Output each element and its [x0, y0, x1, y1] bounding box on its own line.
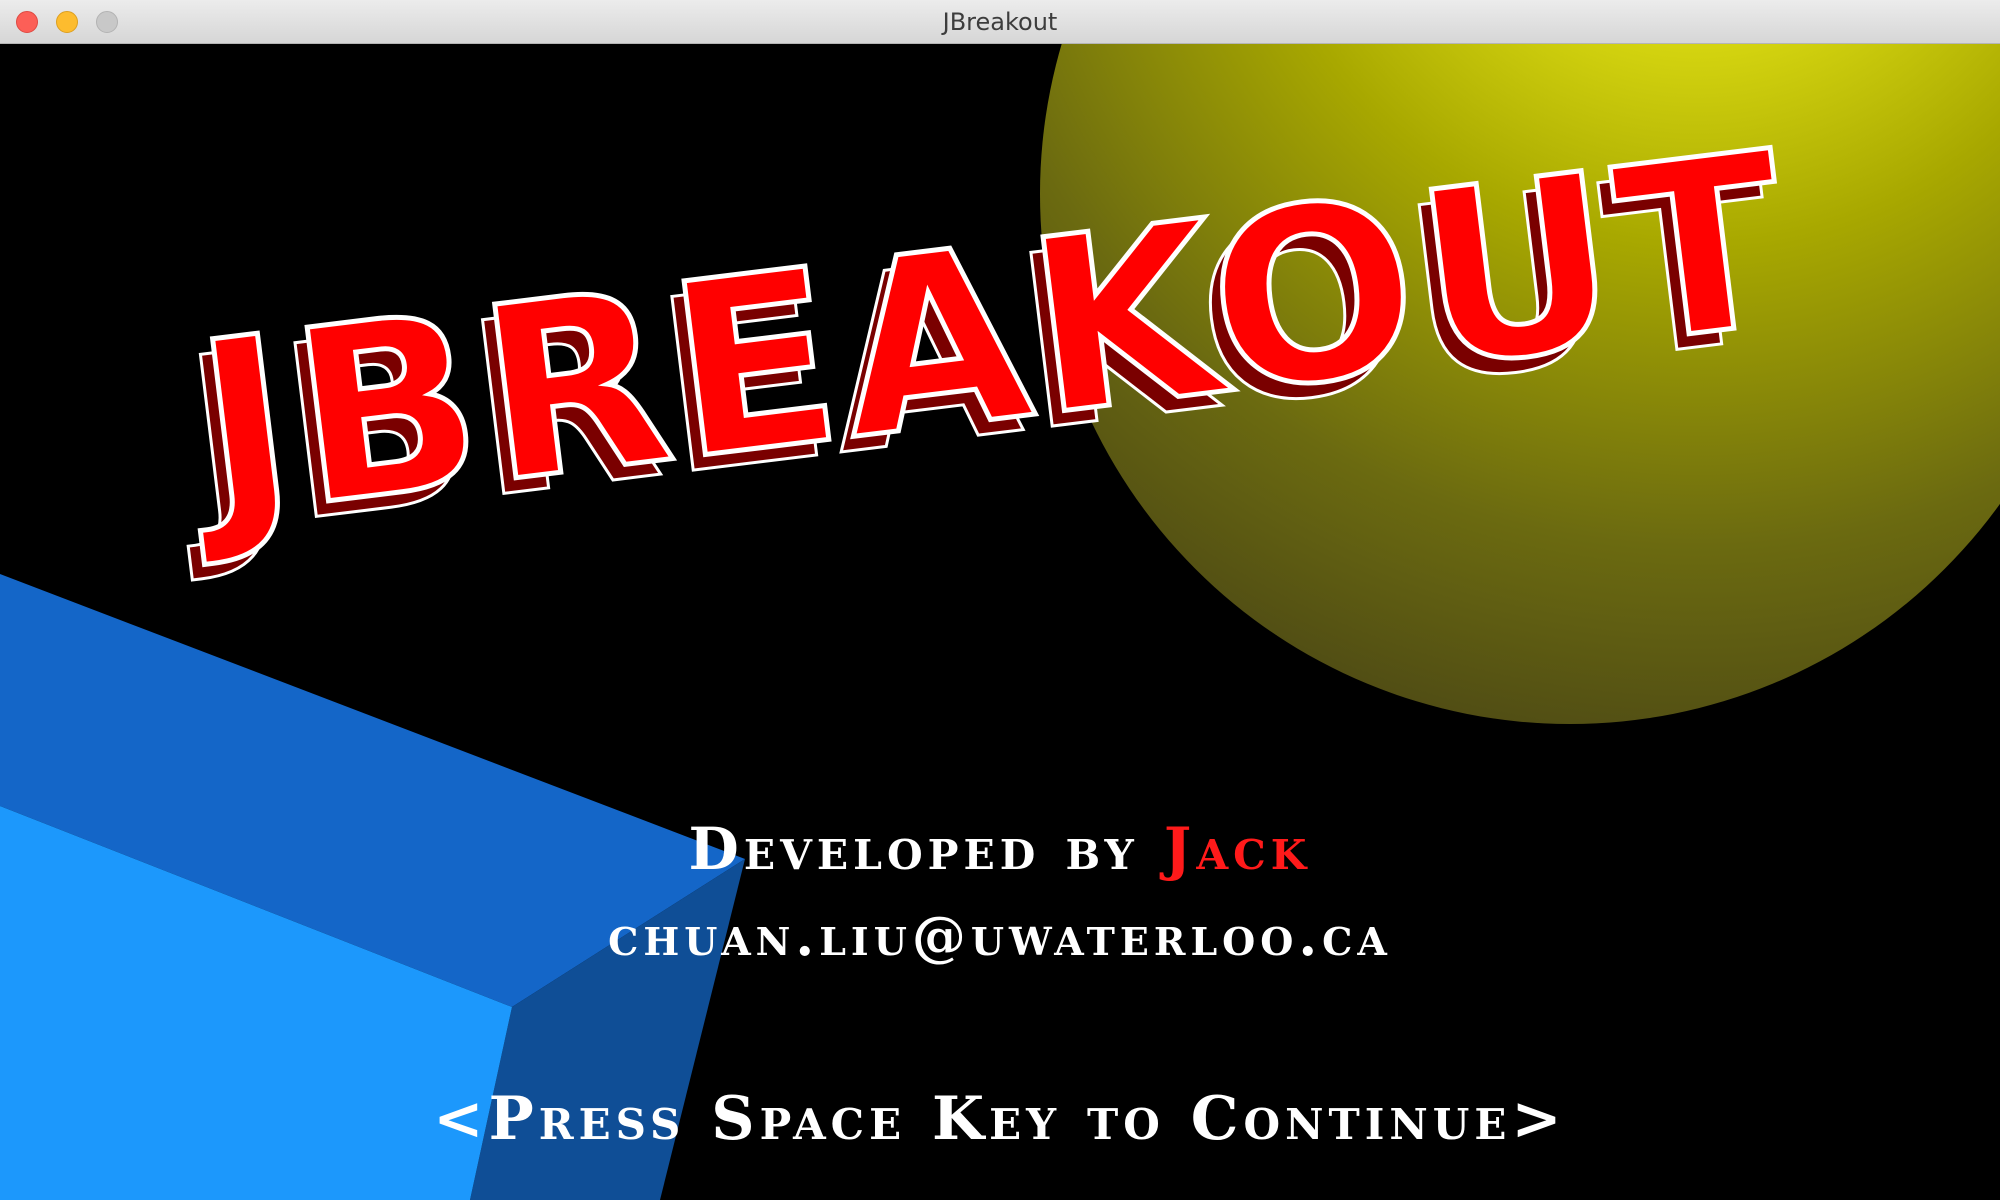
app-window: JBreakout JBREAKOUT JBREAKOUT Developed …: [0, 0, 2000, 1200]
scene-graphics: JBREAKOUT JBREAKOUT: [0, 44, 2000, 1200]
credit-prefix: Developed by: [688, 815, 1139, 883]
credit-name: Jack: [1163, 815, 1312, 883]
title-bar: JBreakout: [0, 0, 2000, 44]
continue-prompt[interactable]: <Press Space Key to Continue>: [0, 1084, 2000, 1154]
credit-line: Developed by Jack: [0, 815, 2000, 883]
window-title: JBreakout: [942, 8, 1058, 36]
author-email: chuan.liu@uwaterloo.ca: [608, 904, 1392, 968]
game-canvas[interactable]: JBREAKOUT JBREAKOUT Developed by Jack ch…: [0, 44, 2000, 1200]
